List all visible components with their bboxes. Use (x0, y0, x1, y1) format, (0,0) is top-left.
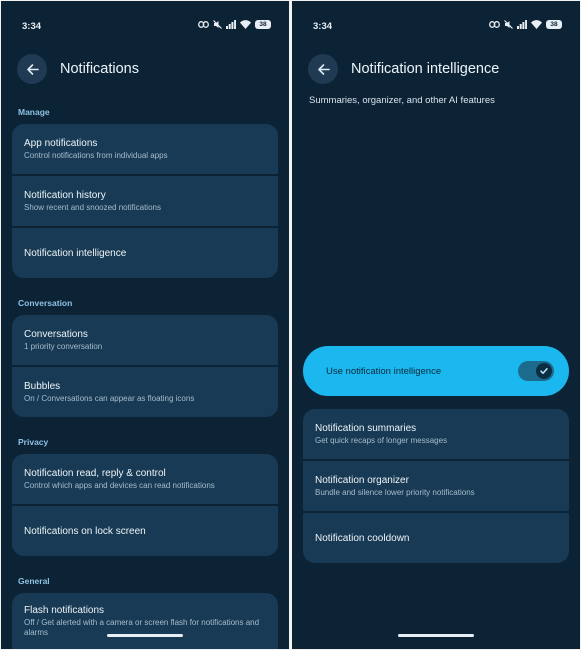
item-title: Notification organizer (315, 474, 409, 486)
wifi-icon (240, 20, 251, 29)
status-icons: 38 (489, 20, 562, 29)
item-notifications-on-lock-screen[interactable]: Notifications on lock screen (12, 506, 278, 556)
page-title: Notification intelligence (351, 61, 500, 77)
item-subtitle: On / Conversations can appear as floatin… (24, 393, 195, 403)
item-title: Notifications on lock screen (24, 525, 146, 537)
intelligence-features-group: Notification summaries Get quick recaps … (303, 409, 569, 563)
item-title: Notification cooldown (315, 532, 410, 544)
status-bar: 3:34 38 (1, 1, 289, 41)
item-title: Conversations (24, 328, 88, 340)
privacy-group: Notification read, reply & control Contr… (12, 454, 278, 556)
page-description: Summaries, organizer, and other AI featu… (309, 95, 495, 106)
switch-knob (536, 363, 552, 379)
item-title: Notification intelligence (24, 247, 127, 259)
home-indicator[interactable] (398, 634, 474, 637)
item-title: Notification history (24, 189, 106, 201)
item-title: Notification read, reply & control (24, 467, 166, 479)
general-group: Flash notifications Off / Get alerted wi… (12, 593, 278, 649)
arrow-left-icon (26, 63, 39, 75)
item-notification-cooldown[interactable]: Notification cooldown (303, 513, 569, 563)
status-icons: 38 (198, 20, 271, 29)
use-notification-intelligence-toggle-row[interactable]: Use notification intelligence (303, 346, 569, 396)
section-label-manage: Manage (18, 107, 50, 117)
item-title: App notifications (24, 137, 98, 149)
section-label-general: General (18, 576, 50, 586)
item-bubbles[interactable]: Bubbles On / Conversations can appear as… (12, 367, 278, 417)
check-icon (540, 368, 548, 374)
manage-group: App notifications Control notifications … (12, 124, 278, 278)
notification-intelligence-switch[interactable] (518, 361, 554, 381)
item-title: Notification summaries (315, 422, 417, 434)
item-flash-notifications[interactable]: Flash notifications Off / Get alerted wi… (12, 593, 278, 649)
item-subtitle: Show recent and snoozed notifications (24, 202, 161, 212)
battery-icon: 38 (255, 20, 271, 29)
item-subtitle: Control notifications from individual ap… (24, 150, 168, 160)
item-subtitle: 1 priority conversation (24, 341, 103, 351)
item-notification-read-reply-control[interactable]: Notification read, reply & control Contr… (12, 454, 278, 504)
section-label-privacy: Privacy (18, 437, 49, 447)
link-icon (198, 21, 209, 28)
item-title: Flash notifications (24, 605, 105, 616)
item-subtitle: Get quick recaps of longer messages (315, 435, 448, 445)
top-app-bar: Notifications (17, 53, 273, 85)
link-icon (489, 21, 500, 28)
item-subtitle: Bundle and silence lower priority notifi… (315, 487, 475, 497)
arrow-left-icon (317, 63, 330, 75)
item-notification-summaries[interactable]: Notification summaries Get quick recaps … (303, 409, 569, 459)
item-app-notifications[interactable]: App notifications Control notifications … (12, 124, 278, 174)
item-conversations[interactable]: Conversations 1 priority conversation (12, 315, 278, 365)
status-time: 3:34 (22, 21, 42, 32)
section-label-conversation: Conversation (18, 298, 73, 308)
mute-icon (213, 20, 222, 29)
top-app-bar: Notification intelligence (308, 53, 564, 85)
conversation-group: Conversations 1 priority conversation Bu… (12, 315, 278, 417)
signal-icon (226, 20, 236, 29)
phone-screen-notification-intelligence: 3:34 38 Notification intelligence Summar… (292, 1, 580, 649)
item-notification-history[interactable]: Notification history Show recent and sno… (12, 176, 278, 226)
back-button[interactable] (17, 54, 47, 84)
mute-icon (504, 20, 513, 29)
item-notification-organizer[interactable]: Notification organizer Bundle and silenc… (303, 461, 569, 511)
home-indicator[interactable] (107, 634, 183, 637)
wifi-icon (531, 20, 542, 29)
item-notification-intelligence[interactable]: Notification intelligence (12, 228, 278, 278)
status-bar: 3:34 38 (292, 1, 580, 41)
page-title: Notifications (60, 61, 139, 77)
toggle-label: Use notification intelligence (326, 365, 442, 377)
back-button[interactable] (308, 54, 338, 84)
signal-icon (517, 20, 527, 29)
item-title: Bubbles (24, 380, 61, 392)
item-subtitle: Control which apps and devices can read … (24, 480, 215, 490)
phone-screen-notifications: 3:34 38 Notifications Manage App notific… (1, 1, 289, 649)
status-time: 3:34 (313, 21, 333, 32)
battery-icon: 38 (546, 20, 562, 29)
